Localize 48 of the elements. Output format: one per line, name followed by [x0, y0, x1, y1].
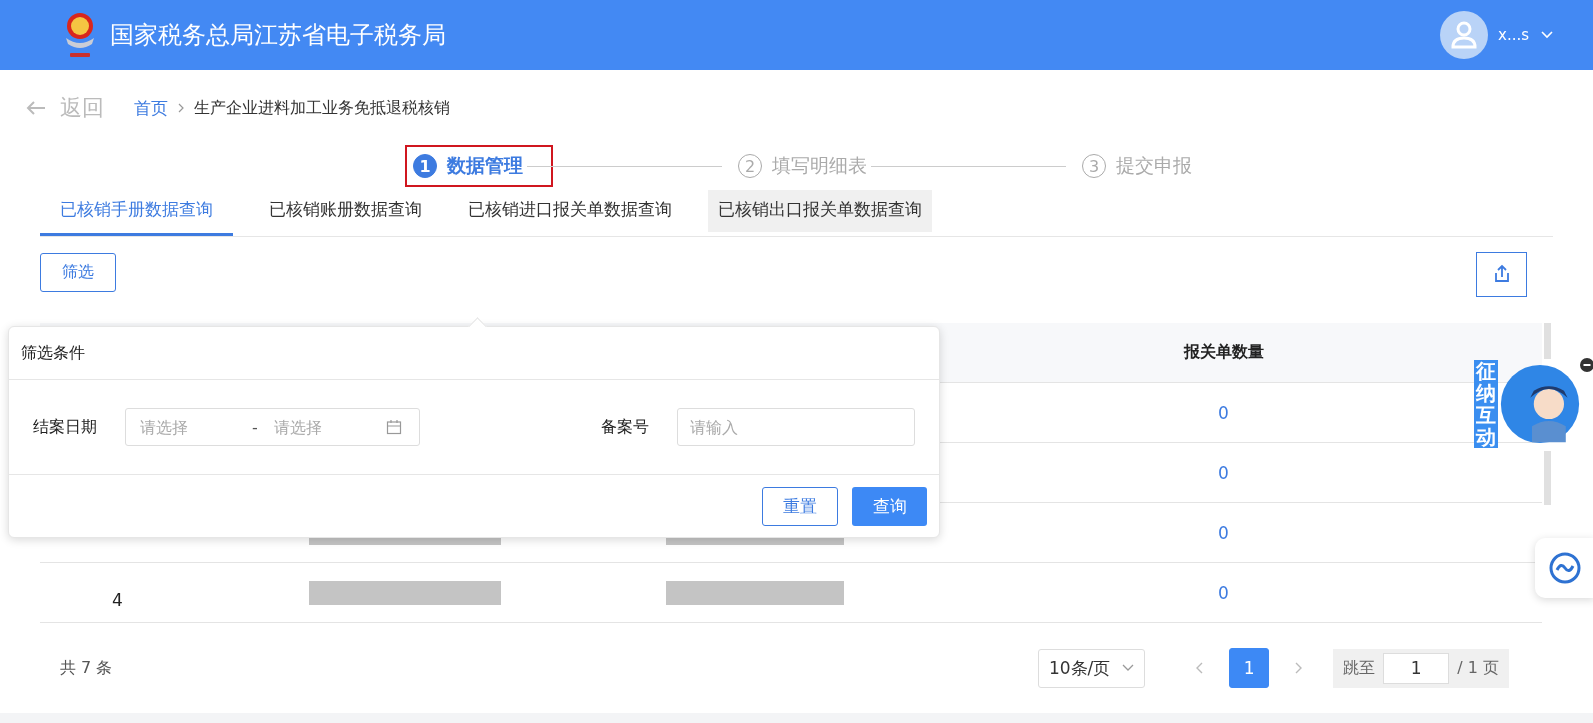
user-name[interactable]: x...s	[1498, 26, 1529, 44]
page-title: 生产企业进料加工业务免抵退税核销	[194, 97, 450, 119]
caret-icon[interactable]	[1541, 31, 1553, 39]
count-link[interactable]: 0	[1218, 522, 1229, 543]
tab[interactable]: 已核销进口报关单数据查询	[458, 190, 682, 236]
query-button[interactable]: 查询	[852, 486, 927, 526]
floating-button[interactable]	[1535, 538, 1593, 598]
count-link[interactable]: 0	[1218, 402, 1229, 423]
tab[interactable]: 已核销手册数据查询	[40, 190, 233, 236]
chat-bot-icon	[1549, 552, 1581, 584]
calendar-icon	[385, 419, 402, 435]
next-page-icon[interactable]	[1295, 662, 1304, 674]
tab[interactable]: 已核销出口报关单数据查询	[708, 190, 932, 232]
table-cell: 4	[112, 589, 123, 610]
step-number: 1	[413, 154, 437, 178]
scrollbar-track	[1544, 451, 1551, 505]
step-label: 数据管理	[447, 153, 523, 178]
chevron-icon	[178, 103, 184, 113]
previous-page-icon[interactable]	[1195, 662, 1204, 674]
popup-title: 筛选条件	[9, 327, 939, 380]
mascot-figure[interactable]	[1500, 364, 1580, 444]
step-label: 提交申报	[1116, 153, 1192, 178]
page-size-select[interactable]: 10条/页	[1037, 648, 1146, 688]
filter-button[interactable]: 筛选	[40, 252, 116, 292]
count-link[interactable]: 0	[1218, 582, 1229, 603]
total-count: 共 7 条	[60, 657, 113, 679]
step-label: 填写明细表	[772, 153, 867, 178]
jump-label: 跳至	[1343, 657, 1376, 679]
range-separator: -	[252, 417, 258, 437]
count-link[interactable]: 0	[1218, 462, 1229, 483]
page-input[interactable]: 1	[1383, 652, 1450, 684]
scrollbar[interactable]	[1544, 323, 1551, 359]
home-link[interactable]: 首页	[134, 96, 168, 120]
assistant-label[interactable]: 征纳互动	[1474, 360, 1498, 448]
avatar-icon[interactable]	[1440, 11, 1488, 59]
field-label: 结案日期	[33, 416, 97, 438]
page-number[interactable]: 1	[1229, 648, 1270, 688]
close-icon[interactable]	[1580, 358, 1593, 372]
tab[interactable]: 已核销账册数据查询	[259, 190, 432, 236]
caret-icon	[1122, 664, 1135, 672]
site-title: 国家税务总局江苏省电子税务局	[110, 20, 446, 51]
export-button[interactable]	[1476, 251, 1527, 297]
back-arrow-icon	[26, 100, 46, 116]
page-count: / 1 页	[1457, 657, 1499, 679]
reset-button[interactable]: 重置	[762, 486, 838, 526]
field-label: 备案号	[601, 416, 649, 438]
column-header: 报关单数量	[1182, 342, 1265, 363]
input-field[interactable]: 请输入	[677, 408, 915, 446]
